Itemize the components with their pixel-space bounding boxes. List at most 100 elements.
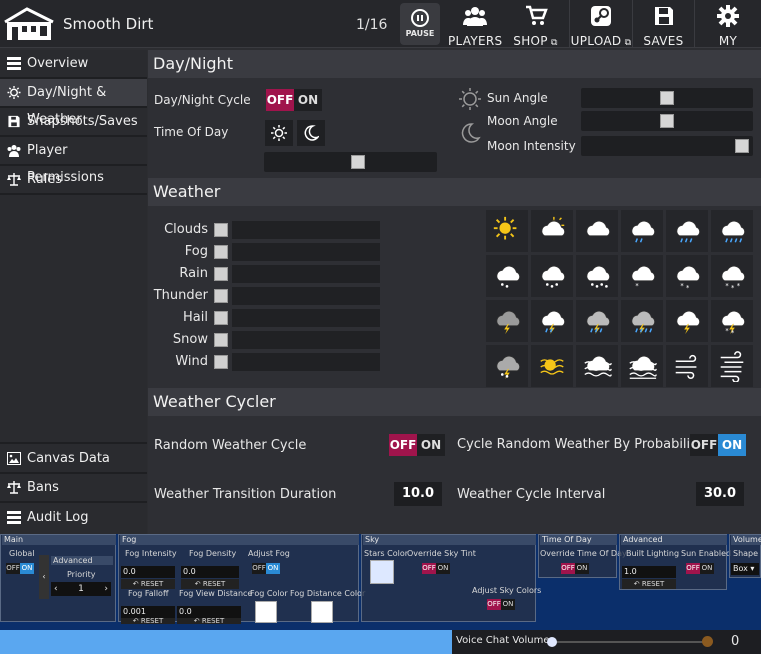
slider-thumb[interactable] [660,114,674,128]
my-condo-button[interactable]: MY CONDO [694,0,761,67]
weather-checkbox[interactable] [214,311,228,325]
toggle-on[interactable]: ON [700,563,714,574]
cycle-by-probability-toggle[interactable]: OFF ON [690,434,746,456]
transition-duration-input[interactable]: 10.0 [394,482,442,506]
toggle-off[interactable]: OFF [389,434,417,456]
weather-checkbox[interactable] [214,223,228,237]
upload-button[interactable]: UPLOAD ⧉ [569,0,632,48]
toggle-off[interactable]: OFF [686,563,700,574]
slider-thumb[interactable] [660,91,674,105]
time-night-button[interactable] [297,120,325,146]
weather-preset-button[interactable] [621,210,663,252]
fog-density-reset-button[interactable]: ↶ RESET [181,579,239,589]
weather-intensity-slider[interactable] [232,287,380,305]
toggle-off[interactable]: OFF [690,434,718,456]
weather-intensity-slider[interactable] [232,331,380,349]
slider-thumb[interactable] [735,139,749,153]
weather-preset-button[interactable] [711,210,753,252]
fog-view-distance-reset-button[interactable]: ↶ RESET [177,618,241,625]
slider-thumb[interactable] [351,155,366,169]
global-toggle[interactable]: OFF ON [6,563,34,574]
sidebar-item-day-night-weather[interactable]: Day/Night & Weather [0,79,147,127]
stars-color-swatch[interactable] [370,560,394,584]
weather-preset-button[interactable] [531,210,573,252]
weather-checkbox[interactable] [214,355,228,369]
weather-preset-button[interactable] [531,345,573,387]
weather-preset-button[interactable] [486,345,528,387]
toggle-on[interactable]: ON [501,599,515,610]
weather-preset-button[interactable] [531,255,573,297]
weather-intensity-slider[interactable] [232,221,380,239]
sidebar-item-overview[interactable]: Overview [0,50,147,77]
random-weather-cycle-toggle[interactable]: OFF ON [389,434,445,456]
toggle-on[interactable]: ON [294,89,322,111]
toggle-on[interactable]: ON [436,563,450,574]
pause-button[interactable]: PAUSE [400,3,440,45]
toggle-off[interactable]: OFF [266,89,294,111]
weather-checkbox[interactable] [214,333,228,347]
weather-preset-button[interactable] [666,345,708,387]
decrement-icon[interactable]: ‹ [54,584,58,594]
voice-volume-slider[interactable] [547,637,710,647]
weather-preset-button[interactable] [486,255,528,297]
players-button[interactable]: PLAYERS [448,0,502,48]
sidebar-item-canvas-data[interactable]: Canvas Data [0,445,147,472]
weather-preset-button[interactable]: * [621,255,663,297]
weather-preset-button[interactable] [621,345,663,387]
override-sky-tint-toggle[interactable]: OFF ON [422,563,450,574]
sidebar-item-bans[interactable]: Bans [0,474,147,501]
fog-distance-color-swatch[interactable] [311,601,333,623]
override-time-of-day-toggle[interactable]: OFF ON [561,563,589,574]
weather-preset-button[interactable] [666,210,708,252]
toggle-on[interactable]: ON [20,563,34,574]
weather-checkbox[interactable] [214,245,228,259]
sidebar-item-player-permissions[interactable]: Player Permissions [0,137,147,185]
sidebar-item-snapshots-saves[interactable]: Snapshots/Saves [0,108,147,135]
toggle-on[interactable]: ON [575,563,589,574]
shop-button[interactable]: SHOP ⧉ [508,0,563,48]
built-lighting-reset-button[interactable]: ↶ RESET [622,579,676,589]
toggle-on[interactable]: ON [266,563,280,574]
weather-preset-button[interactable]: * * * [711,255,753,297]
increment-icon[interactable]: › [104,584,108,594]
built-lighting-input[interactable]: 1.0 [622,566,676,578]
slider-thumb[interactable] [547,637,557,647]
toggle-on[interactable]: ON [718,434,746,456]
weather-intensity-slider[interactable] [232,265,380,283]
weather-preset-button[interactable] [621,300,663,342]
toggle-on[interactable]: ON [417,434,445,456]
weather-intensity-slider[interactable] [232,309,380,327]
collapse-arrow-icon[interactable]: ‹ [39,555,49,599]
weather-preset-button[interactable] [711,345,753,387]
weather-checkbox[interactable] [214,267,228,281]
time-day-button[interactable] [265,120,293,146]
weather-preset-button[interactable] [576,210,618,252]
fog-color-swatch[interactable] [255,601,277,623]
moon-intensity-slider[interactable] [581,136,753,156]
weather-preset-button[interactable] [486,210,528,252]
weather-preset-button[interactable] [486,300,528,342]
weather-preset-button[interactable]: * * [666,255,708,297]
weather-preset-button[interactable] [576,255,618,297]
adjust-sky-colors-toggle[interactable]: OFF ON [487,599,515,610]
weather-intensity-slider[interactable] [232,353,380,371]
weather-preset-button[interactable]: * * [711,300,753,342]
toggle-off[interactable]: OFF [487,599,501,610]
saves-button[interactable]: SAVES [632,0,694,48]
sidebar-item-audit-log[interactable]: Audit Log [0,504,147,531]
shape-select[interactable]: Box ▾ [731,563,759,575]
toggle-off[interactable]: OFF [561,563,575,574]
fog-falloff-reset-button[interactable]: ↶ RESET [121,618,175,625]
weather-intensity-slider[interactable] [232,243,380,261]
sun-angle-slider[interactable] [581,88,753,108]
fog-intensity-input[interactable]: 0.0 [121,566,175,578]
time-of-day-slider[interactable] [264,152,437,172]
sun-enabled-toggle[interactable]: OFF ON [686,563,714,574]
day-night-cycle-toggle[interactable]: OFF ON [266,89,322,111]
cycle-interval-input[interactable]: 30.0 [696,482,744,506]
weather-preset-button[interactable] [531,300,573,342]
adjust-fog-toggle[interactable]: OFF ON [252,563,280,574]
fog-intensity-reset-button[interactable]: ↶ RESET [121,579,175,589]
sidebar-item-rules[interactable]: Rules [0,166,147,193]
toggle-off[interactable]: OFF [6,563,20,574]
